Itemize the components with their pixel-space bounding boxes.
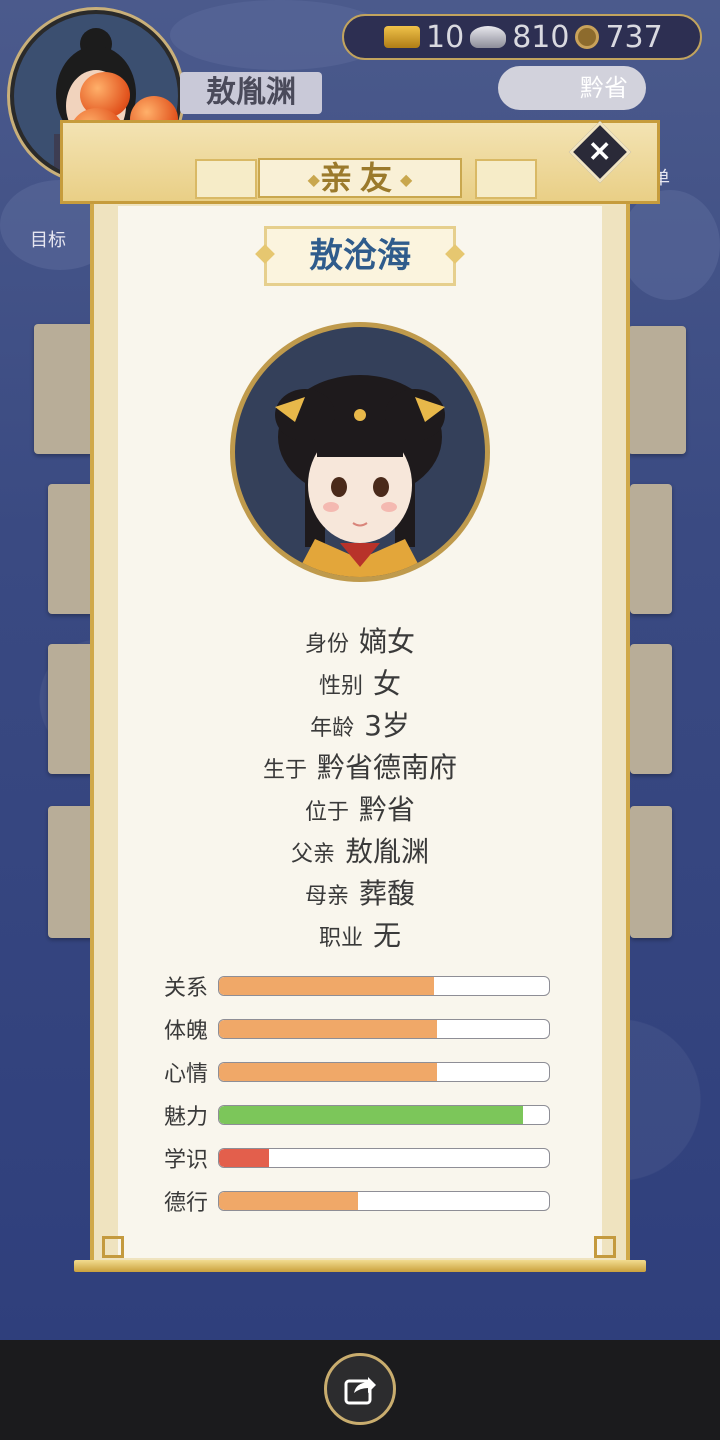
stat-bar-fill: [219, 1191, 358, 1210]
background-card: [48, 484, 94, 614]
gold-ingot-icon: [384, 26, 420, 48]
stat-bar-fill: [219, 1019, 437, 1038]
stat-charm: 魅力: [164, 1093, 564, 1136]
info-key: 父亲: [290, 842, 335, 867]
info-key: 生于: [262, 758, 307, 783]
share-icon: [344, 1377, 376, 1405]
info-row-mother: 母亲 葬馥: [118, 872, 602, 914]
info-value: 黔省: [359, 793, 416, 826]
goal-label[interactable]: 目标: [30, 226, 66, 252]
stat-bar: [218, 1190, 550, 1211]
stat-bar-fill: [219, 1148, 269, 1167]
province-button[interactable]: 黔省: [498, 66, 646, 110]
info-row-age: 年龄 3岁: [118, 704, 602, 746]
header-ornament: [195, 159, 257, 199]
stat-label: 魅力: [164, 1104, 209, 1130]
info-list: 身份 嫡女 性别 女 年龄 3岁 生于 黔省德南府 位于 黔省 父亲 敖胤渊 母…: [118, 620, 602, 956]
silver-count: 810: [512, 19, 570, 55]
ornament-dot-icon: ◆: [307, 170, 320, 189]
info-key: 年龄: [310, 716, 355, 741]
stat-bar-fill: [219, 1062, 437, 1081]
info-key: 职业: [318, 926, 363, 951]
close-icon: ×: [587, 133, 613, 169]
info-key: 母亲: [304, 884, 349, 909]
person-name: 敖沧海: [264, 226, 456, 286]
stat-label: 德行: [164, 1190, 209, 1216]
stat-bar: [218, 1147, 550, 1168]
stat-bar: [218, 1018, 550, 1039]
ornament-dot-icon: ◆: [400, 170, 413, 189]
info-row-father: 父亲 敖胤渊: [118, 830, 602, 872]
info-row-birthplace: 生于 黔省德南府: [118, 746, 602, 788]
info-value: 敖胤渊: [345, 835, 430, 868]
stat-physique: 体魄: [164, 1007, 564, 1050]
background-card: [630, 806, 672, 938]
info-key: 身份: [304, 632, 349, 657]
info-row-location: 位于 黔省: [118, 788, 602, 830]
modal-title: ◆亲友◆: [258, 158, 462, 198]
info-value: 3岁: [364, 709, 410, 742]
info-value: 女: [373, 667, 402, 700]
info-value: 无: [373, 919, 402, 952]
stat-bar: [218, 1061, 550, 1082]
background-card: [34, 324, 94, 454]
info-row-occupation: 职业 无: [118, 914, 602, 956]
silver-ingot-icon: [470, 26, 507, 48]
girl-portrait-icon: [275, 375, 445, 577]
stat-mood: 心情: [164, 1050, 564, 1093]
person-portrait: [230, 322, 490, 582]
stat-relationship: 关系: [164, 964, 564, 1007]
stat-list: 关系 体魄 心情 魅力 学识 德行: [164, 964, 564, 1222]
stat-bar: [218, 975, 550, 996]
info-key: 位于: [304, 800, 349, 825]
corner-ornament: [102, 1236, 124, 1258]
cloud-decoration: [620, 190, 720, 300]
info-key: 性别: [318, 674, 363, 699]
background-card: [628, 326, 686, 454]
background-card: [630, 484, 672, 614]
background-card: [48, 644, 94, 774]
stat-knowledge: 学识: [164, 1136, 564, 1179]
info-row-identity: 身份 嫡女: [118, 620, 602, 662]
resource-bar: 10 810 737: [342, 14, 702, 60]
stat-label: 学识: [164, 1147, 209, 1173]
share-button[interactable]: [324, 1353, 396, 1425]
background-card: [630, 644, 672, 774]
info-value: 嫡女: [359, 625, 416, 658]
stat-bar-fill: [219, 976, 434, 995]
player-name: 敖胤渊: [180, 72, 322, 114]
modal-title-text: 亲友: [319, 159, 400, 197]
gold-count: 10: [426, 19, 465, 55]
corner-ornament: [594, 1236, 616, 1258]
stat-bar-fill: [219, 1105, 523, 1124]
info-value: 葬馥: [359, 877, 416, 910]
info-row-gender: 性别 女: [118, 662, 602, 704]
copper-coin-icon: [575, 25, 600, 49]
stat-bar: [218, 1104, 550, 1125]
coin-count: 737: [605, 19, 663, 55]
stat-virtue: 德行: [164, 1179, 564, 1222]
background-card: [48, 806, 94, 938]
stat-label: 体魄: [164, 1018, 209, 1044]
stat-label: 心情: [164, 1061, 209, 1087]
header-ornament: [475, 159, 537, 199]
info-value: 黔省德南府: [317, 751, 458, 784]
stat-label: 关系: [164, 975, 209, 1001]
scroll-bottom-rod: [74, 1260, 646, 1272]
